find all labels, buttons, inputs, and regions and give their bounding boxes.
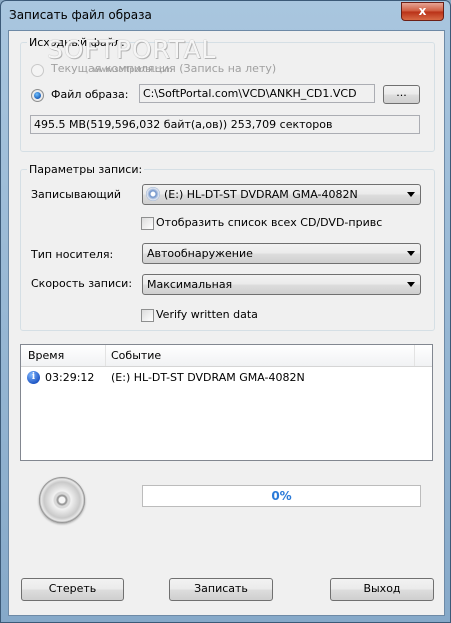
image-size-info: 495.5 MB(519,596,032 байт(а,ов)) 253,709… xyxy=(30,115,420,134)
chevron-down-icon xyxy=(407,282,415,287)
erase-button-label: Стереть xyxy=(48,582,97,595)
dialog-window: Записать файл образа x Исходный файл: SO… xyxy=(0,0,451,623)
event-log-list[interactable]: Время Событие i 03:29:12 (E:) HL-DT-ST D… xyxy=(20,344,433,461)
record-params-legend: Параметры записи: xyxy=(27,163,145,176)
chevron-down-icon xyxy=(407,192,415,197)
close-button[interactable]: x xyxy=(401,2,444,21)
verify-data-label: Verify written data xyxy=(156,308,258,321)
radio-current-compilation[interactable] xyxy=(31,64,44,77)
event-log-header: Время Событие xyxy=(21,345,432,367)
window-title: Записать файл образа xyxy=(9,8,152,22)
info-icon: i xyxy=(27,371,40,384)
write-speed-label: Скорость записи: xyxy=(31,277,133,290)
dialog-client-area: Исходный файл: SOFTPORTAL www.softportal… xyxy=(8,30,445,616)
progress-text: 0% xyxy=(271,489,292,503)
write-speed-value: Максимальная xyxy=(147,278,233,291)
column-header-event[interactable]: Событие xyxy=(111,349,161,362)
writer-select[interactable]: (E:) HL-DT-ST DVDRAM GMA-4082N xyxy=(142,184,421,205)
exit-button[interactable]: Выход xyxy=(330,578,434,601)
title-bar[interactable]: Записать файл образа x xyxy=(1,1,450,29)
radio-image-file[interactable] xyxy=(31,89,44,102)
write-button[interactable]: Записать xyxy=(169,578,273,601)
exit-button-label: Выход xyxy=(363,582,401,595)
show-all-drives-checkbox[interactable] xyxy=(141,217,154,230)
write-speed-select[interactable]: Максимальная xyxy=(142,274,421,295)
media-type-select[interactable]: Автообнаружение xyxy=(142,243,421,264)
media-type-value: Автообнаружение xyxy=(147,247,253,260)
disc-icon xyxy=(39,477,85,523)
close-icon: x xyxy=(418,4,427,18)
writer-label: Записывающий xyxy=(31,188,122,201)
radio-image-file-label: Файл образа: xyxy=(51,88,129,101)
show-all-drives-label: Отобразить список всех CD/DVD-привс xyxy=(156,216,383,229)
write-button-label: Записать xyxy=(194,582,248,595)
radio-current-compilation-label: Текущая компиляция (Запись на лету) xyxy=(51,62,277,75)
watermark-logo: SOFTPORTAL xyxy=(47,35,217,64)
browse-button[interactable]: ... xyxy=(383,85,420,104)
image-path-field[interactable]: C:\SoftPortal.com\VCD\ANKH_CD1.VCD xyxy=(139,84,375,103)
log-event: (E:) HL-DT-ST DVDRAM GMA-4082N xyxy=(111,371,305,384)
write-progress-bar: 0% xyxy=(142,485,421,507)
column-divider[interactable] xyxy=(414,345,415,366)
column-header-time[interactable]: Время xyxy=(28,349,64,362)
column-divider[interactable] xyxy=(105,345,106,366)
table-row[interactable]: i 03:29:12 (E:) HL-DT-ST DVDRAM GMA-4082… xyxy=(21,371,432,387)
log-time: 03:29:12 xyxy=(45,371,95,384)
chevron-down-icon xyxy=(407,251,415,256)
cd-drive-icon xyxy=(146,187,160,201)
writer-value: (E:) HL-DT-ST DVDRAM GMA-4082N xyxy=(164,188,358,201)
media-type-label: Тип носителя: xyxy=(31,248,114,261)
verify-data-checkbox[interactable] xyxy=(141,309,154,322)
erase-button[interactable]: Стереть xyxy=(21,578,124,601)
